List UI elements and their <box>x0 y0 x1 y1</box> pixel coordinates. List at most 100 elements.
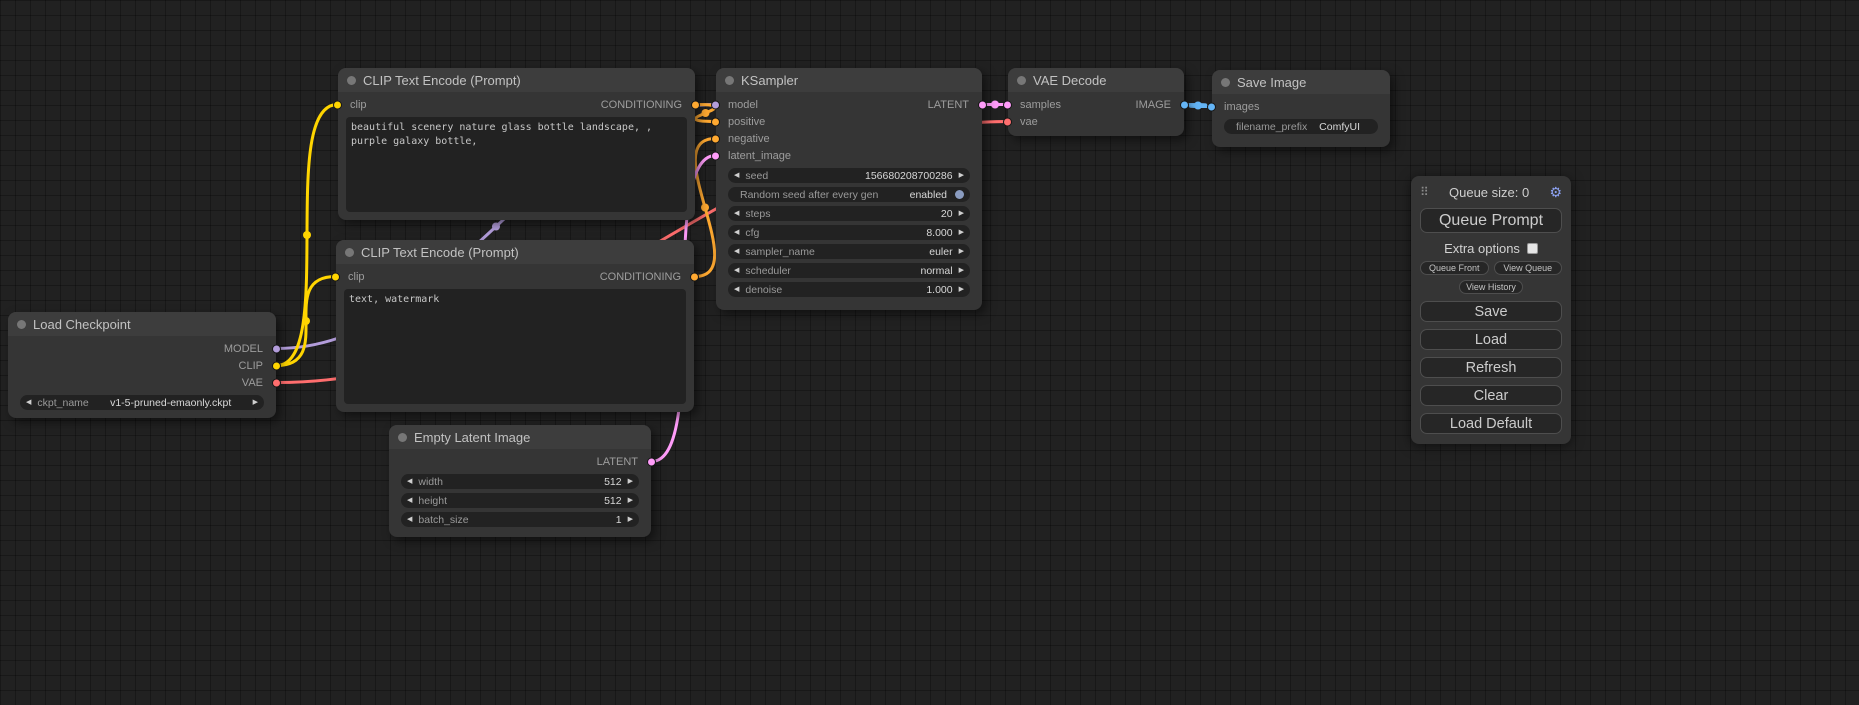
input-label-images: images <box>1224 101 1259 113</box>
view-queue-button[interactable]: View Queue <box>1494 261 1563 275</box>
prompt-textarea[interactable]: beautiful scenery nature glass bottle la… <box>346 117 687 212</box>
widget-ckpt-name[interactable]: ◀ ckpt_name v1-5-pruned-emaonly.ckpt ▶ <box>20 395 264 410</box>
node-titlebar[interactable]: KSampler <box>716 68 982 92</box>
load-button[interactable]: Load <box>1420 329 1562 350</box>
widget-steps[interactable]: ◀ steps 20 ▶ <box>728 206 970 221</box>
widget-name: seed <box>745 170 768 182</box>
port-row-samples-image: samples IMAGE <box>1008 96 1184 113</box>
widget-name: cfg <box>745 227 759 239</box>
output-port-model[interactable] <box>272 344 281 353</box>
node-save-image[interactable]: Save Image images filename_prefix ComfyU… <box>1212 70 1390 147</box>
widget-value: normal <box>921 265 953 277</box>
widget-cfg[interactable]: ◀ cfg 8.000 ▶ <box>728 225 970 240</box>
output-port-latent[interactable] <box>978 100 987 109</box>
input-port-negative[interactable] <box>711 134 720 143</box>
input-port-model[interactable] <box>711 100 720 109</box>
node-titlebar[interactable]: VAE Decode <box>1008 68 1184 92</box>
clear-button[interactable]: Clear <box>1420 385 1562 406</box>
collapse-dot-icon[interactable] <box>347 76 356 85</box>
toggle-indicator-icon[interactable] <box>955 190 964 199</box>
node-ksampler[interactable]: KSampler model LATENT positive negative … <box>716 68 982 310</box>
widget-height[interactable]: ◀ height 512 ▶ <box>401 493 639 508</box>
widget-filename-prefix[interactable]: filename_prefix ComfyUI <box>1224 119 1378 134</box>
input-label-clip: clip <box>350 99 367 111</box>
collapse-dot-icon[interactable] <box>1221 78 1230 87</box>
decrement-arrow-icon[interactable]: ◀ <box>734 244 739 259</box>
output-port-image[interactable] <box>1180 100 1189 109</box>
widget-name: filename_prefix <box>1236 121 1307 133</box>
widget-width[interactable]: ◀ width 512 ▶ <box>401 474 639 489</box>
node-title: KSampler <box>741 73 798 88</box>
queue-prompt-button[interactable]: Queue Prompt <box>1420 208 1562 233</box>
collapse-dot-icon[interactable] <box>345 248 354 257</box>
input-port-latent-image[interactable] <box>711 151 720 160</box>
decrement-arrow-icon[interactable]: ◀ <box>407 493 412 508</box>
widget-value: 512 <box>604 476 622 488</box>
widget-seed[interactable]: ◀ seed 156680208700286 ▶ <box>728 168 970 183</box>
extra-options-checkbox[interactable] <box>1527 243 1538 254</box>
node-titlebar[interactable]: Empty Latent Image <box>389 425 651 449</box>
decrement-arrow-icon[interactable]: ◀ <box>734 206 739 221</box>
widget-random-seed-toggle[interactable]: Random seed after every gen enabled <box>728 187 970 202</box>
load-default-button[interactable]: Load Default <box>1420 413 1562 434</box>
decrement-arrow-icon[interactable]: ◀ <box>734 263 739 278</box>
node-titlebar[interactable]: CLIP Text Encode (Prompt) <box>338 68 695 92</box>
widget-denoise[interactable]: ◀ denoise 1.000 ▶ <box>728 282 970 297</box>
increment-arrow-icon[interactable]: ▶ <box>959 282 964 297</box>
increment-arrow-icon[interactable]: ▶ <box>959 168 964 183</box>
output-port-latent[interactable] <box>647 457 656 466</box>
node-canvas[interactable]: Load Checkpoint MODEL CLIP VAE ◀ ckpt_na… <box>0 0 1859 705</box>
input-port-clip[interactable] <box>333 100 342 109</box>
widget-sampler-name[interactable]: ◀ sampler_name euler ▶ <box>728 244 970 259</box>
decrement-arrow-icon[interactable]: ◀ <box>26 395 31 410</box>
decrement-arrow-icon[interactable]: ◀ <box>734 282 739 297</box>
input-port-images[interactable] <box>1207 102 1216 111</box>
collapse-dot-icon[interactable] <box>1017 76 1026 85</box>
increment-arrow-icon[interactable]: ▶ <box>628 474 633 489</box>
input-port-samples[interactable] <box>1003 100 1012 109</box>
increment-arrow-icon[interactable]: ▶ <box>628 512 633 527</box>
extra-options-label: Extra options <box>1444 241 1520 256</box>
widget-value: 512 <box>604 495 622 507</box>
prompt-textarea[interactable]: text, watermark <box>344 289 686 404</box>
widget-batch-size[interactable]: ◀ batch_size 1 ▶ <box>401 512 639 527</box>
output-port-conditioning[interactable] <box>690 272 699 281</box>
decrement-arrow-icon[interactable]: ◀ <box>407 474 412 489</box>
node-empty-latent-image[interactable]: Empty Latent Image LATENT ◀ width 512 ▶ … <box>389 425 651 537</box>
collapse-dot-icon[interactable] <box>398 433 407 442</box>
widget-scheduler[interactable]: ◀ scheduler normal ▶ <box>728 263 970 278</box>
collapse-dot-icon[interactable] <box>17 320 26 329</box>
increment-arrow-icon[interactable]: ▶ <box>959 225 964 240</box>
port-row-positive: positive <box>716 113 982 130</box>
node-load-checkpoint[interactable]: Load Checkpoint MODEL CLIP VAE ◀ ckpt_na… <box>8 312 276 418</box>
node-titlebar[interactable]: Load Checkpoint <box>8 312 276 336</box>
increment-arrow-icon[interactable]: ▶ <box>959 244 964 259</box>
output-port-clip[interactable] <box>272 361 281 370</box>
decrement-arrow-icon[interactable]: ◀ <box>407 512 412 527</box>
output-port-vae[interactable] <box>272 378 281 387</box>
increment-arrow-icon[interactable]: ▶ <box>959 206 964 221</box>
node-clip-text-encode-negative[interactable]: CLIP Text Encode (Prompt) clip CONDITION… <box>336 240 694 412</box>
drag-handle-icon[interactable]: ⠿ <box>1420 185 1429 199</box>
decrement-arrow-icon[interactable]: ◀ <box>734 225 739 240</box>
increment-arrow-icon[interactable]: ▶ <box>253 395 258 410</box>
view-history-button[interactable]: View History <box>1459 280 1523 294</box>
input-port-vae[interactable] <box>1003 117 1012 126</box>
increment-arrow-icon[interactable]: ▶ <box>959 263 964 278</box>
input-label-clip: clip <box>348 271 365 283</box>
node-vae-decode[interactable]: VAE Decode samples IMAGE vae <box>1008 68 1184 136</box>
decrement-arrow-icon[interactable]: ◀ <box>734 168 739 183</box>
node-titlebar[interactable]: Save Image <box>1212 70 1390 94</box>
output-port-conditioning[interactable] <box>691 100 700 109</box>
increment-arrow-icon[interactable]: ▶ <box>628 493 633 508</box>
collapse-dot-icon[interactable] <box>725 76 734 85</box>
node-titlebar[interactable]: CLIP Text Encode (Prompt) <box>336 240 694 264</box>
refresh-button[interactable]: Refresh <box>1420 357 1562 378</box>
queue-front-button[interactable]: Queue Front <box>1420 261 1489 275</box>
input-port-clip[interactable] <box>331 272 340 281</box>
output-row-model: MODEL <box>8 340 276 357</box>
node-clip-text-encode-positive[interactable]: CLIP Text Encode (Prompt) clip CONDITION… <box>338 68 695 220</box>
settings-gear-icon[interactable]: ⚙ <box>1549 184 1562 201</box>
input-port-positive[interactable] <box>711 117 720 126</box>
save-button[interactable]: Save <box>1420 301 1562 322</box>
